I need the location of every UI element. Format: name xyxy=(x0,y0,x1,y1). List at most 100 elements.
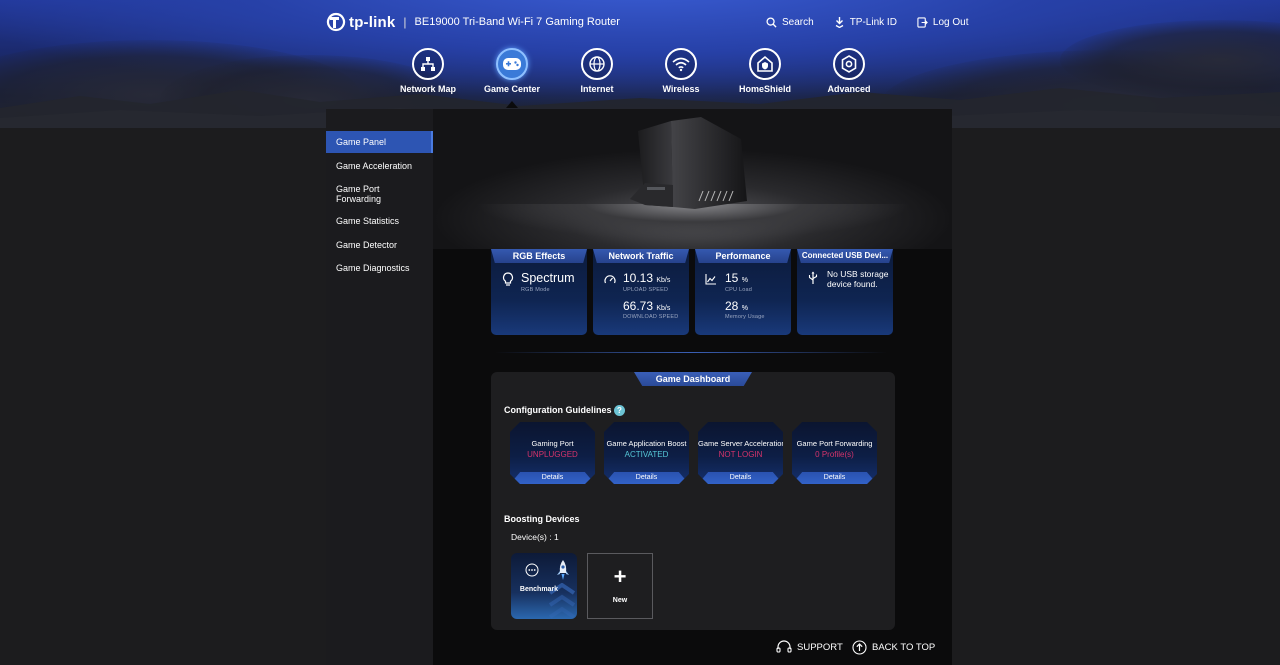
card-title: RGB Effects xyxy=(491,249,587,263)
sidebar: Game Panel Game Acceleration Game Port F… xyxy=(326,109,433,665)
nav-label: Internet xyxy=(580,84,614,94)
nav-internet[interactable]: Internet xyxy=(555,46,639,94)
search-link-label: Search xyxy=(782,16,814,28)
card-title: Connected USB Devi... xyxy=(797,249,893,263)
guide-title: Game Application Boost xyxy=(606,439,687,448)
guide-title: Gaming Port xyxy=(531,439,574,448)
log-out-link[interactable]: Log Out xyxy=(917,16,969,28)
nav-wireless[interactable]: Wireless xyxy=(639,46,723,94)
plus-icon: + xyxy=(613,564,627,589)
nav-circle xyxy=(749,48,781,80)
guide-status: ACTIVATED xyxy=(624,450,669,459)
sidebar-item-game-port-forwarding[interactable]: Game Port Forwarding xyxy=(326,184,406,204)
memory-usage-number: 28 xyxy=(725,299,739,313)
log-out-label: Log Out xyxy=(932,16,969,28)
configuration-guidelines-title: Configuration Guidelines xyxy=(504,405,612,415)
tp-link-logo[interactable]: tp-link xyxy=(326,12,395,32)
user-id-icon xyxy=(835,17,844,28)
guide-status: 0 Profile(s) xyxy=(815,450,854,459)
more-options-icon[interactable] xyxy=(525,563,539,577)
guide-status: NOT LOGIN xyxy=(718,450,763,459)
sidebar-item-game-statistics[interactable]: Game Statistics xyxy=(326,216,433,226)
nav-game-center[interactable]: Game Center xyxy=(470,46,554,94)
model-name: BE19000 Tri-Band Wi-Fi 7 Gaming Router xyxy=(414,16,620,28)
add-device-button[interactable]: + New xyxy=(587,553,653,619)
brand: tp-link | BE19000 Tri-Band Wi-Fi 7 Gamin… xyxy=(326,12,620,32)
nav-label: Game Center xyxy=(483,84,541,94)
memory-usage-unit: % xyxy=(741,305,748,312)
memory-usage-value: 28 % xyxy=(725,299,748,313)
support-link[interactable]: SUPPORT xyxy=(776,640,843,654)
tp-link-logo-icon xyxy=(326,12,346,32)
details-button[interactable]: Details xyxy=(510,472,595,484)
back-to-top-label: BACK TO TOP xyxy=(872,642,936,653)
cpu-load-unit: % xyxy=(741,277,748,284)
game-dashboard-tab: Game Dashboard xyxy=(634,372,752,386)
sidebar-item-game-acceleration[interactable]: Game Acceleration xyxy=(326,161,433,171)
guide-game-application-boost[interactable]: Game Application Boost ACTIVATED Details xyxy=(604,422,689,484)
card-title: Performance xyxy=(695,249,791,263)
brand-separator: | xyxy=(403,15,407,29)
wifi-icon xyxy=(672,57,690,72)
network-traffic-card[interactable]: Network Traffic 10.13 Kb/s UPLOAD SPEED … xyxy=(593,249,689,335)
tp-link-id-label: TP-Link ID xyxy=(849,16,897,28)
nav-circle xyxy=(665,48,697,80)
active-nav-caret xyxy=(506,101,518,108)
arrow-up-circle-icon xyxy=(852,640,867,655)
nav-homeshield[interactable]: HomeShield xyxy=(723,46,807,94)
new-label: New xyxy=(612,597,628,604)
rgb-mode-value: Spectrum xyxy=(521,271,575,285)
usb-devices-card[interactable]: Connected USB Devi... No USB storage dev… xyxy=(797,249,893,335)
nav-label: Network Map xyxy=(399,84,456,94)
guide-status: UNPLUGGED xyxy=(527,450,578,459)
section-divider xyxy=(495,352,887,353)
rgb-effects-card[interactable]: RGB Effects Spectrum RGB Mode xyxy=(491,249,587,335)
benchmark-label: Benchmark xyxy=(519,586,559,593)
upload-speed-caption: UPLOAD SPEED xyxy=(623,287,669,293)
tp-link-id-link[interactable]: TP-Link ID xyxy=(834,16,897,28)
globe-icon xyxy=(589,56,605,72)
rocket-icon xyxy=(557,560,569,580)
logo-text: tp-link xyxy=(349,13,396,31)
guide-game-server-acceleration[interactable]: Game Server Acceleration NOT LOGIN Detai… xyxy=(698,422,783,484)
download-speed-unit: Kb/s xyxy=(656,305,671,312)
gamepad-icon xyxy=(503,58,521,70)
guide-title: Game Port Forwarding xyxy=(796,439,873,448)
lightbulb-icon xyxy=(502,272,514,286)
sidebar-item-game-detector[interactable]: Game Detector xyxy=(326,240,433,250)
sidebar-item-game-diagnostics[interactable]: Game Diagnostics xyxy=(326,263,433,273)
nav-advanced[interactable]: Advanced xyxy=(807,46,891,94)
nav-label: HomeShield xyxy=(738,84,791,94)
headset-icon xyxy=(776,640,792,653)
search-icon xyxy=(766,16,777,28)
back-to-top-link[interactable]: BACK TO TOP xyxy=(852,640,935,655)
router-hero-image xyxy=(433,109,952,249)
download-speed-value: 66.73 Kb/s xyxy=(623,299,670,313)
details-button[interactable]: Details xyxy=(792,472,877,484)
upload-speed-number: 10.13 xyxy=(623,271,654,285)
help-icon[interactable]: ? xyxy=(614,405,625,416)
cpu-load-number: 15 xyxy=(725,271,739,285)
performance-card[interactable]: Performance 15 % CPU Load 28 % Memory Us… xyxy=(695,249,791,335)
device-count: Device(s) : 1 xyxy=(511,532,559,542)
guide-game-port-forwarding[interactable]: Game Port Forwarding 0 Profile(s) Detail… xyxy=(792,422,877,484)
download-speed-caption: DOWNLOAD SPEED xyxy=(623,314,679,320)
guide-gaming-port[interactable]: Gaming Port UNPLUGGED Details xyxy=(510,422,595,484)
nav-circle xyxy=(496,48,528,80)
details-button[interactable]: Details xyxy=(604,472,689,484)
details-button[interactable]: Details xyxy=(698,472,783,484)
nav-network-map[interactable]: Network Map xyxy=(386,46,470,94)
nav-label: Advanced xyxy=(827,84,871,94)
main-panel: RGB Effects Spectrum RGB Mode Network Tr… xyxy=(433,109,952,665)
nav-circle xyxy=(581,48,613,80)
logout-icon xyxy=(917,16,928,28)
sidebar-item-game-panel[interactable]: Game Panel xyxy=(326,131,433,153)
search-link[interactable]: Search xyxy=(766,16,814,28)
nav-circle xyxy=(833,48,865,80)
benchmark-device-tile[interactable]: Benchmark xyxy=(511,553,577,619)
cpu-load-value: 15 % xyxy=(725,271,748,285)
speedometer-icon xyxy=(604,275,616,284)
cpu-load-caption: CPU Load xyxy=(725,287,752,293)
guide-title: Game Server Acceleration xyxy=(698,439,786,448)
download-speed-number: 66.73 xyxy=(623,299,654,313)
